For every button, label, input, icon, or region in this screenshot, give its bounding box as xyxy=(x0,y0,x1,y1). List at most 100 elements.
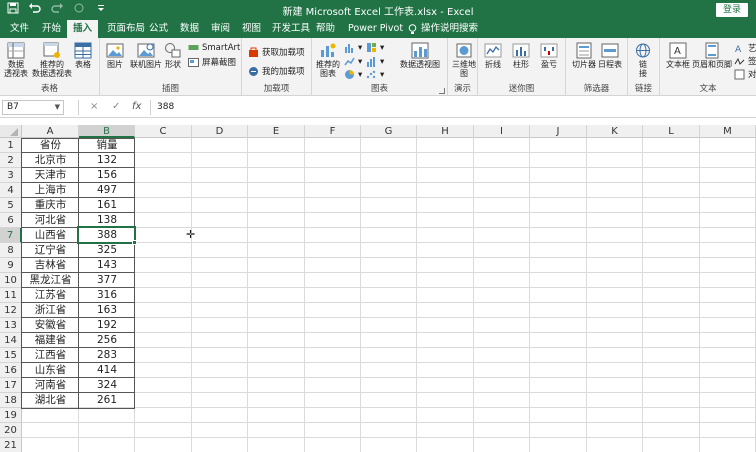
province-cell[interactable]: 吉林省 xyxy=(22,258,79,273)
tab-power-pivot[interactable]: Power Pivot xyxy=(342,20,409,38)
province-cell[interactable]: 山东省 xyxy=(22,363,79,378)
sales-cell[interactable]: 163 xyxy=(79,303,135,318)
row-header-8[interactable]: 8 xyxy=(0,243,22,258)
tab-developer[interactable]: 开发工具 xyxy=(266,20,316,38)
sales-cell[interactable]: 325 xyxy=(79,243,135,258)
province-cell[interactable]: 浙江省 xyxy=(22,303,79,318)
sales-cell[interactable]: 414 xyxy=(79,363,135,378)
sales-cell[interactable]: 161 xyxy=(79,198,135,213)
screenshot-button[interactable]: 屏幕截图 xyxy=(188,56,236,68)
sales-cell[interactable]: 316 xyxy=(79,288,135,303)
tab-home[interactable]: 开始 xyxy=(36,20,67,38)
column-header-j[interactable]: J xyxy=(530,125,587,138)
province-cell[interactable]: 北京市 xyxy=(22,153,79,168)
column-header-a[interactable]: A xyxy=(22,125,79,138)
province-cell[interactable]: 山西省 xyxy=(22,228,79,243)
worksheet-grid[interactable]: A B C D E F G H I J K L M 1 2 3 4 5 6 7 8 9 10 11 12 13 14 15 16 17 18… xyxy=(0,125,756,452)
row-header-20[interactable]: 20 xyxy=(0,423,22,438)
province-cell[interactable]: 福建省 xyxy=(22,333,79,348)
row-header-14[interactable]: 14 xyxy=(0,333,22,348)
sales-cell[interactable]: 497 xyxy=(79,183,135,198)
pivot-table-button[interactable]: 数据 透视表 xyxy=(4,42,28,78)
header-footer-button[interactable]: 页眉和页脚 xyxy=(692,42,732,69)
province-cell[interactable]: 河南省 xyxy=(22,378,79,393)
column-header-g[interactable]: G xyxy=(361,125,417,138)
province-cell[interactable]: 重庆市 xyxy=(22,198,79,213)
sparkline-column-button[interactable]: 柱形 xyxy=(512,42,530,69)
line-chart-button[interactable]: ▾ xyxy=(344,56,362,67)
enter-icon[interactable]: ✓ xyxy=(112,101,120,112)
province-cell[interactable]: 江西省 xyxy=(22,348,79,363)
column-header-h[interactable]: H xyxy=(417,125,474,138)
column-header-i[interactable]: I xyxy=(474,125,530,138)
column-header-m[interactable]: M xyxy=(700,125,756,138)
sparkline-line-button[interactable]: 折线 xyxy=(484,42,502,69)
column-header-d[interactable]: D xyxy=(192,125,248,138)
get-addins-button[interactable]: 获取加载项 xyxy=(248,46,305,58)
sales-cell[interactable]: 132 xyxy=(79,153,135,168)
row-header-5[interactable]: 5 xyxy=(0,198,22,213)
column-header-k[interactable]: K xyxy=(587,125,643,138)
sales-cell[interactable]: 256 xyxy=(79,333,135,348)
sales-cell[interactable]: 283 xyxy=(79,348,135,363)
column-chart-button[interactable]: ▾ xyxy=(344,42,362,53)
column-header-b[interactable]: B xyxy=(79,125,135,138)
pie-chart-button[interactable]: ▾ xyxy=(344,69,362,80)
tab-view[interactable]: 视图 xyxy=(236,20,267,38)
row-header-2[interactable]: 2 xyxy=(0,153,22,168)
my-addins-button[interactable]: 我的加载项 xyxy=(248,65,305,77)
province-cell[interactable]: 辽宁省 xyxy=(22,243,79,258)
province-cell[interactable]: 河北省 xyxy=(22,213,79,228)
row-header-3[interactable]: 3 xyxy=(0,168,22,183)
province-cell[interactable]: 江苏省 xyxy=(22,288,79,303)
row-header-16[interactable]: 16 xyxy=(0,363,22,378)
column-header-l[interactable]: L xyxy=(643,125,700,138)
row-header-9[interactable]: 9 xyxy=(0,258,22,273)
hierarchy-chart-button[interactable]: ▾ xyxy=(366,42,384,53)
row-header-11[interactable]: 11 xyxy=(0,288,22,303)
row-header-21[interactable]: 21 xyxy=(0,438,22,452)
cancel-icon[interactable]: × xyxy=(90,101,98,112)
sales-cell[interactable]: 192 xyxy=(79,318,135,333)
tab-file[interactable]: 文件 xyxy=(4,20,35,38)
recommended-pivot-button[interactable]: 推荐的 数据透视表 xyxy=(32,42,72,78)
sales-cell[interactable]: 377 xyxy=(79,273,135,288)
row-header-19[interactable]: 19 xyxy=(0,408,22,423)
sales-cell[interactable]: 156 xyxy=(79,168,135,183)
row-header-6[interactable]: 6 xyxy=(0,213,22,228)
row-header-1[interactable]: 1 xyxy=(0,138,22,153)
tab-review[interactable]: 审阅 xyxy=(205,20,236,38)
table-button[interactable]: 表格 xyxy=(74,42,92,69)
login-button[interactable]: 登录 xyxy=(715,3,748,17)
row-header-7[interactable]: 7 xyxy=(0,228,22,243)
tab-formulas[interactable]: 公式 xyxy=(143,20,174,38)
formula-input[interactable]: 388 xyxy=(150,100,754,115)
pivot-chart-button[interactable]: 数据透视图 xyxy=(400,42,440,69)
tab-data[interactable]: 数据 xyxy=(174,20,205,38)
province-cell[interactable]: 黑龙江省 xyxy=(22,273,79,288)
signature-button[interactable]: 签名 xyxy=(734,55,756,67)
row-header-12[interactable]: 12 xyxy=(0,303,22,318)
header-cell-sales[interactable]: 销量 xyxy=(79,138,135,153)
select-all-corner[interactable] xyxy=(0,125,22,138)
recommended-charts-button[interactable]: 推荐的 图表 xyxy=(316,42,340,78)
object-button[interactable]: 对象 xyxy=(734,68,756,80)
link-button[interactable]: 链接 xyxy=(634,42,652,78)
province-cell[interactable]: 湖北省 xyxy=(22,393,79,408)
row-header-4[interactable]: 4 xyxy=(0,183,22,198)
province-cell[interactable]: 安徽省 xyxy=(22,318,79,333)
sparkline-winloss-button[interactable]: 盈亏 xyxy=(540,42,558,69)
sales-cell[interactable]: 324 xyxy=(79,378,135,393)
row-header-17[interactable]: 17 xyxy=(0,378,22,393)
text-box-button[interactable]: A 文本框 xyxy=(666,42,690,69)
3d-map-button[interactable]: 三维地图 xyxy=(452,42,476,78)
insert-function-icon[interactable]: fx xyxy=(132,101,141,112)
name-box[interactable]: B7 ▼ xyxy=(2,100,64,115)
column-header-e[interactable]: E xyxy=(248,125,305,138)
sales-cell[interactable]: 143 xyxy=(79,258,135,273)
row-header-13[interactable]: 13 xyxy=(0,318,22,333)
row-header-15[interactable]: 15 xyxy=(0,348,22,363)
chevron-down-icon[interactable]: ▼ xyxy=(55,101,60,114)
online-pictures-button[interactable]: 联机图片 xyxy=(130,42,162,69)
tab-help[interactable]: 帮助 xyxy=(310,20,341,38)
